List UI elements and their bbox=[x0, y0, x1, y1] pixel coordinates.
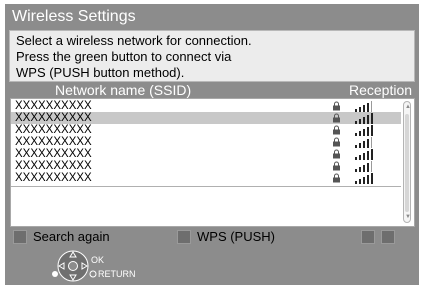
signal-bar bbox=[363, 129, 365, 136]
instruction-line: Press the green button to connect via bbox=[16, 49, 232, 64]
network-row[interactable]: XXXXXXXXXX bbox=[11, 160, 401, 172]
signal-bar bbox=[363, 153, 365, 160]
signal-bar bbox=[371, 101, 372, 112]
signal-bar bbox=[363, 105, 365, 112]
lock-icon bbox=[333, 137, 340, 147]
return-circle-icon bbox=[89, 270, 97, 278]
signal-bar bbox=[371, 113, 373, 124]
signal-bar bbox=[367, 127, 369, 136]
instruction-line: WPS (PUSH button method). bbox=[16, 65, 185, 80]
signal-bar bbox=[367, 175, 369, 184]
red-button-icon[interactable] bbox=[13, 230, 27, 244]
signal-bar bbox=[355, 181, 357, 184]
signal-strength-icon bbox=[355, 161, 372, 172]
blue-button-icon[interactable] bbox=[381, 230, 395, 244]
instruction-line: Select a wireless network for connection… bbox=[16, 33, 252, 48]
signal-strength-icon bbox=[355, 149, 373, 160]
signal-strength-icon bbox=[355, 173, 373, 184]
network-ssid: XXXXXXXXXX bbox=[15, 172, 92, 184]
lock-icon bbox=[333, 161, 340, 171]
scrollbar-thumb[interactable] bbox=[405, 114, 409, 212]
signal-strength-icon bbox=[355, 101, 372, 112]
network-ssid: XXXXXXXXXX bbox=[15, 124, 92, 136]
signal-bar bbox=[363, 141, 365, 148]
signal-bar bbox=[371, 173, 373, 184]
wps-push-button[interactable]: WPS (PUSH) bbox=[197, 229, 275, 244]
network-row[interactable]: XXXXXXXXXX bbox=[11, 124, 401, 136]
signal-strength-icon bbox=[355, 125, 373, 136]
signal-bar bbox=[371, 125, 373, 136]
dpad-icon bbox=[57, 250, 89, 282]
network-row[interactable]: XXXXXXXXXX bbox=[11, 172, 401, 184]
lock-icon bbox=[333, 125, 340, 135]
column-header-ssid: Network name (SSID) bbox=[55, 82, 192, 98]
scroll-up-arrow-icon[interactable]: ▲ bbox=[405, 104, 411, 110]
search-again-button[interactable]: Search again bbox=[33, 229, 110, 244]
network-ssid: XXXXXXXXXX bbox=[15, 148, 92, 160]
wireless-settings-screen: Wireless Settings Select a wireless netw… bbox=[5, 4, 419, 285]
signal-bar bbox=[363, 177, 365, 184]
signal-bar bbox=[371, 161, 372, 172]
lock-icon bbox=[333, 149, 340, 159]
signal-strength-icon bbox=[355, 113, 373, 124]
network-ssid: XXXXXXXXXX bbox=[15, 112, 92, 124]
network-row[interactable]: XXXXXXXXXX bbox=[11, 112, 401, 124]
green-button-icon[interactable] bbox=[177, 230, 191, 244]
signal-bar bbox=[367, 163, 369, 172]
lock-icon bbox=[333, 173, 340, 183]
lock-icon bbox=[333, 101, 340, 111]
network-row[interactable]: XXXXXXXXXX bbox=[11, 148, 401, 160]
signal-bar bbox=[367, 139, 369, 148]
signal-bar bbox=[367, 115, 369, 124]
ok-label: OK bbox=[91, 255, 105, 265]
network-ssid: XXXXXXXXXX bbox=[15, 160, 92, 172]
signal-strength-icon bbox=[355, 137, 372, 148]
network-row[interactable]: XXXXXXXXXX bbox=[11, 136, 401, 148]
list-scrollbar[interactable]: ▲ ▼ bbox=[403, 101, 411, 223]
network-list[interactable]: ▲ ▼ XXXXXXXXXX XXXXXXXXXX XXXXXXXXXX XXXXXX… bbox=[10, 98, 415, 227]
signal-bar bbox=[371, 149, 373, 160]
scroll-down-arrow-icon[interactable]: ▼ bbox=[405, 214, 411, 220]
signal-bar bbox=[367, 103, 369, 112]
network-row[interactable]: XXXXXXXXXX bbox=[11, 100, 401, 112]
network-ssid: XXXXXXXXXX bbox=[15, 136, 92, 148]
signal-bar bbox=[359, 179, 361, 184]
list-divider bbox=[11, 186, 401, 187]
yellow-button-icon[interactable] bbox=[361, 230, 375, 244]
instructions-box: Select a wireless network for connection… bbox=[9, 30, 415, 82]
signal-bar bbox=[371, 137, 372, 148]
screen-title: Wireless Settings bbox=[12, 8, 136, 25]
signal-bar bbox=[363, 117, 365, 124]
return-label: RETURN bbox=[98, 269, 136, 279]
signal-bar bbox=[363, 165, 365, 172]
dot-icon bbox=[52, 271, 58, 277]
network-ssid: XXXXXXXXXX bbox=[15, 100, 92, 112]
signal-bar bbox=[367, 151, 369, 160]
column-header-reception: Reception bbox=[349, 82, 413, 98]
lock-icon bbox=[333, 113, 340, 123]
